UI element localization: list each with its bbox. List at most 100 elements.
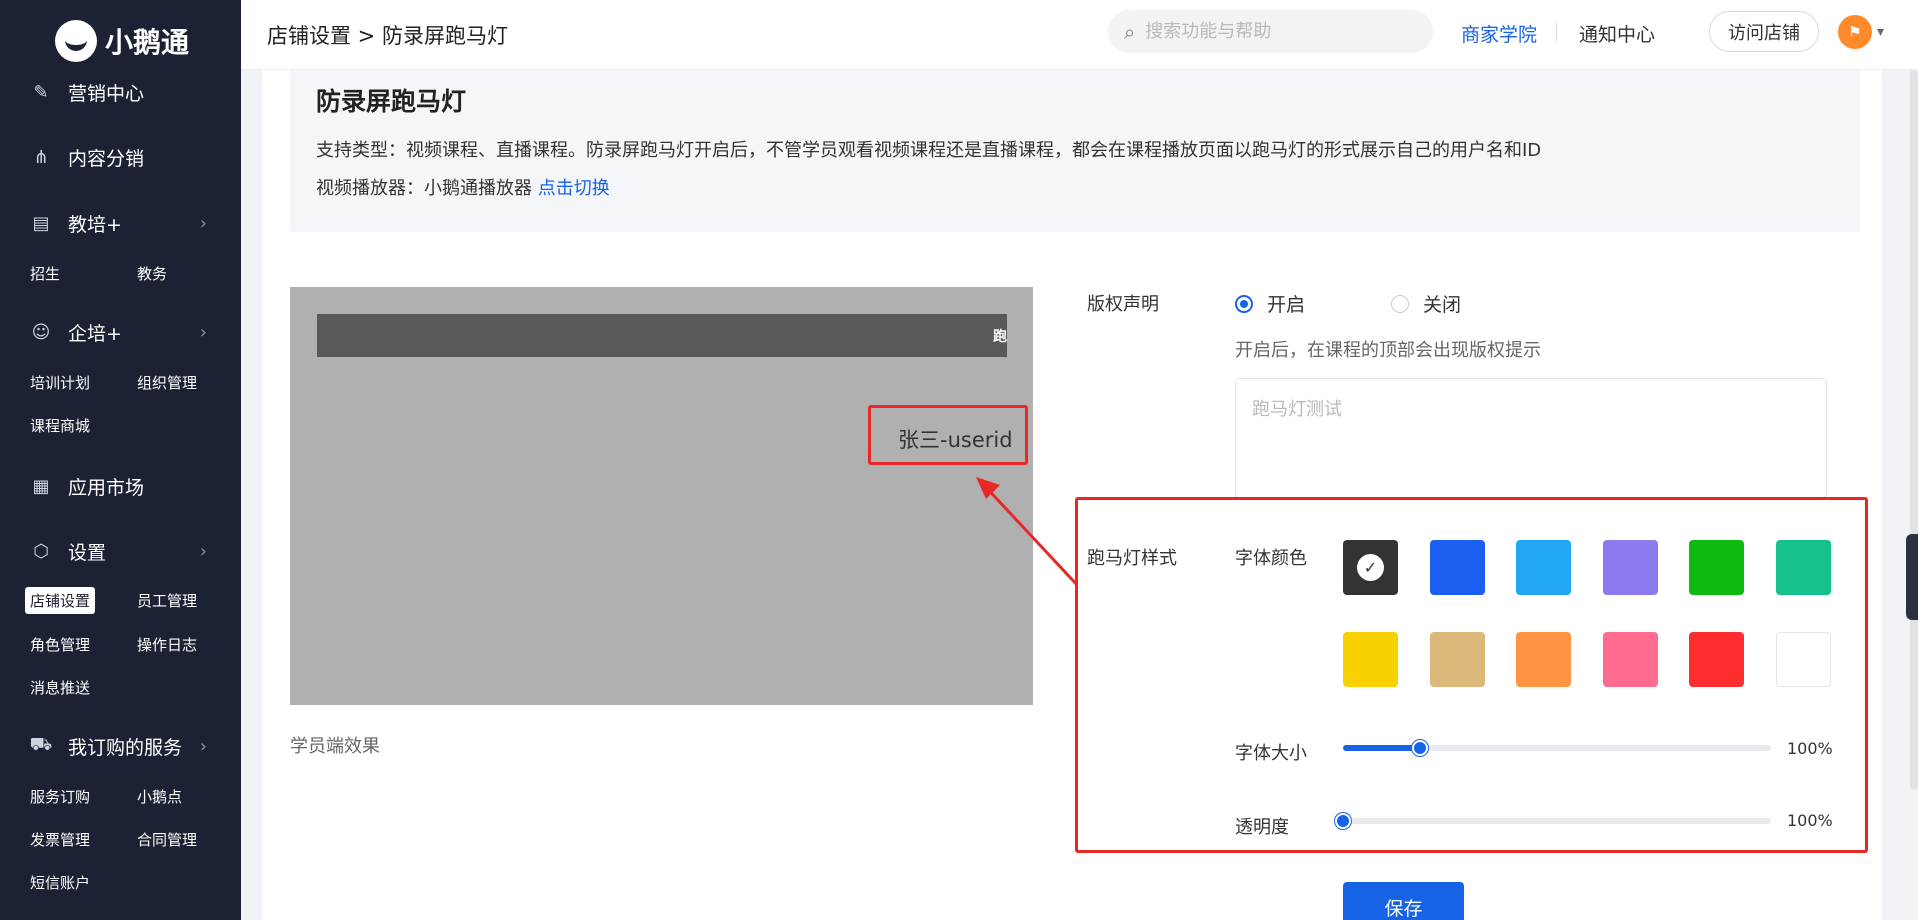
topbar: 店铺设置 > 防录屏跑马灯 ⌕ 商家学院 通知中心 访问店铺 ⚑ ▾	[241, 0, 1918, 70]
color-swatch[interactable]	[1602, 632, 1658, 687]
nav-app-market-label: 应用市场	[68, 476, 145, 499]
color-swatch[interactable]	[1776, 632, 1831, 687]
hexagon-gear-icon: ⬡	[33, 540, 49, 562]
page-title: 防录屏跑马灯	[316, 87, 467, 116]
sidebar-item-course-mall[interactable]: 课程商城	[30, 415, 90, 436]
nav-settings[interactable]: ⬡ 设置 ›	[0, 531, 241, 571]
nav-content-distribution[interactable]: ⋔ 内容分销	[0, 137, 241, 177]
visit-shop-button[interactable]: 访问店铺	[1709, 11, 1819, 52]
copyright-off-label: 关闭	[1423, 294, 1462, 316]
nav-enterprise[interactable]: ☺ 企培+ ›	[0, 312, 241, 352]
search-icon: ⌕	[1124, 19, 1136, 44]
font-size-label: 字体大小	[1235, 743, 1307, 764]
sidebar-item-academic[interactable]: 教务	[137, 263, 167, 284]
copyright-on-radio[interactable]: 开启	[1235, 290, 1305, 317]
font-size-slider[interactable]	[1343, 740, 1771, 756]
nav-app-market[interactable]: ▦ 应用市场	[0, 466, 241, 506]
color-swatch[interactable]	[1429, 632, 1485, 687]
radio-checked-icon	[1235, 294, 1253, 313]
preview-caption: 学员端效果	[290, 736, 380, 757]
merchant-academy-link[interactable]: 商家学院	[1461, 20, 1537, 47]
sidebar-item-training-plan[interactable]: 培训计划	[30, 372, 90, 393]
sidebar-item-role-manage[interactable]: 角色管理	[30, 634, 90, 655]
nav-edu-label: 教培+	[68, 213, 122, 236]
color-swatch[interactable]	[1429, 540, 1485, 595]
sidebar-item-op-log[interactable]: 操作日志	[137, 634, 197, 655]
divider	[1556, 23, 1557, 41]
sidebar-item-sms-account[interactable]: 短信账户	[30, 872, 90, 893]
cart-icon: ⛟	[29, 734, 53, 755]
nav-enterprise-label: 企培+	[68, 322, 122, 345]
hierarchy-icon: ⋔	[33, 146, 49, 168]
nav-settings-label: 设置	[68, 541, 107, 564]
avatar[interactable]: ⚑	[1838, 15, 1872, 49]
player-label: 视频播放器：小鹅通播放器	[316, 178, 538, 199]
opacity-slider[interactable]	[1335, 813, 1771, 829]
nav-services-label: 我订购的服务	[68, 736, 183, 759]
logo-text: 小鹅通	[105, 26, 190, 59]
color-swatch[interactable]	[1776, 540, 1831, 595]
copyright-text-field[interactable]	[1235, 378, 1827, 498]
chevron-right-icon: ›	[199, 321, 207, 343]
nav-marketing[interactable]: ✎ 营销中心	[0, 72, 241, 112]
breadcrumb: 店铺设置 > 防录屏跑马灯	[267, 24, 508, 48]
board-icon: ▤	[32, 212, 50, 234]
color-swatch[interactable]	[1343, 632, 1398, 687]
color-swatch[interactable]: ✓	[1343, 540, 1398, 595]
copyright-label: 版权声明	[1087, 294, 1159, 315]
sidebar-item-service-order[interactable]: 服务订购	[30, 786, 90, 807]
logo[interactable]: 小鹅通	[55, 20, 189, 62]
person-card-icon: ☺	[31, 321, 51, 343]
player-line: 视频播放器：小鹅通播放器 点击切换	[316, 170, 1834, 208]
nav-marketing-label: 营销中心	[68, 82, 145, 105]
scrollbar[interactable]	[1910, 70, 1918, 790]
main-content: 防录屏跑马灯 支持类型：视频课程、直播课程。防录屏跑马灯开启后，不管学员观看视频…	[262, 70, 1882, 920]
notice-center-link[interactable]: 通知中心	[1579, 20, 1655, 47]
save-button[interactable]: 保存	[1343, 882, 1464, 920]
color-swatch[interactable]	[1602, 540, 1658, 595]
copyright-off-radio[interactable]: 关闭	[1391, 290, 1461, 317]
color-swatch[interactable]	[1516, 632, 1572, 687]
radio-unchecked-icon	[1391, 294, 1409, 313]
sidebar-item-msg-push[interactable]: 消息推送	[30, 677, 90, 698]
font-color-label: 字体颜色	[1235, 548, 1307, 569]
font-size-knob[interactable]	[1412, 740, 1429, 756]
color-swatch[interactable]	[1516, 540, 1572, 595]
search-input[interactable]	[1145, 21, 1406, 42]
sidebar-item-contract[interactable]: 合同管理	[137, 829, 197, 850]
search-box[interactable]: ⌕	[1108, 10, 1433, 53]
copyright-hint: 开启后，在课程的顶部会出现版权提示	[1235, 340, 1541, 361]
color-swatch[interactable]	[1689, 540, 1745, 595]
chevron-right-icon: ›	[199, 735, 207, 757]
check-icon: ✓	[1357, 554, 1384, 581]
opacity-label: 透明度	[1235, 817, 1289, 838]
opacity-value: 100%	[1787, 811, 1833, 830]
color-swatch[interactable]	[1689, 632, 1745, 687]
font-size-fill	[1343, 745, 1421, 751]
chevron-right-icon: ›	[199, 212, 207, 234]
switch-player-link[interactable]: 点击切换	[538, 178, 610, 199]
chevron-down-icon[interactable]: ▾	[1877, 24, 1884, 40]
sidebar-item-staff-manage[interactable]: 员工管理	[137, 590, 197, 611]
nav-services[interactable]: ⛟ 我订购的服务 ›	[0, 726, 241, 766]
marquee-text: 张三-userid	[898, 428, 1013, 452]
marquee-style-label: 跑马灯样式	[1087, 548, 1177, 569]
nav-edu[interactable]: ▤ 教培+ ›	[0, 203, 241, 243]
sidebar-item-invoice[interactable]: 发票管理	[30, 829, 90, 850]
support-description: 支持类型：视频课程、直播课程。防录屏跑马灯开启后，不管学员观看视频课程还是直播课…	[316, 140, 1542, 161]
sidebar: 小鹅通 ✎ 营销中心 ⋔ 内容分销 ▤ 教培+ › 招生 教务 ☺ 企培+ › …	[0, 0, 241, 920]
copyright-bar-text: 跑	[993, 329, 1007, 345]
sidebar-item-recruit[interactable]: 招生	[30, 263, 60, 284]
grid-icon: ▦	[32, 475, 50, 497]
opacity-knob[interactable]	[1335, 813, 1351, 829]
chevron-right-icon: ›	[199, 540, 207, 562]
sidebar-item-xiao-e-points[interactable]: 小鹅点	[137, 786, 182, 807]
student-preview: 跑 张三-userid	[290, 287, 1033, 705]
nav-content-distribution-label: 内容分销	[68, 147, 145, 170]
side-widget[interactable]	[1906, 534, 1918, 620]
sidebar-item-org-manage[interactable]: 组织管理	[137, 372, 197, 393]
copyright-on-label: 开启	[1267, 294, 1306, 316]
copyright-bar: 跑	[317, 314, 1007, 357]
info-panel: 防录屏跑马灯 支持类型：视频课程、直播课程。防录屏跑马灯开启后，不管学员观看视频…	[290, 70, 1860, 232]
sidebar-item-shop-settings[interactable]: 店铺设置	[25, 587, 96, 614]
